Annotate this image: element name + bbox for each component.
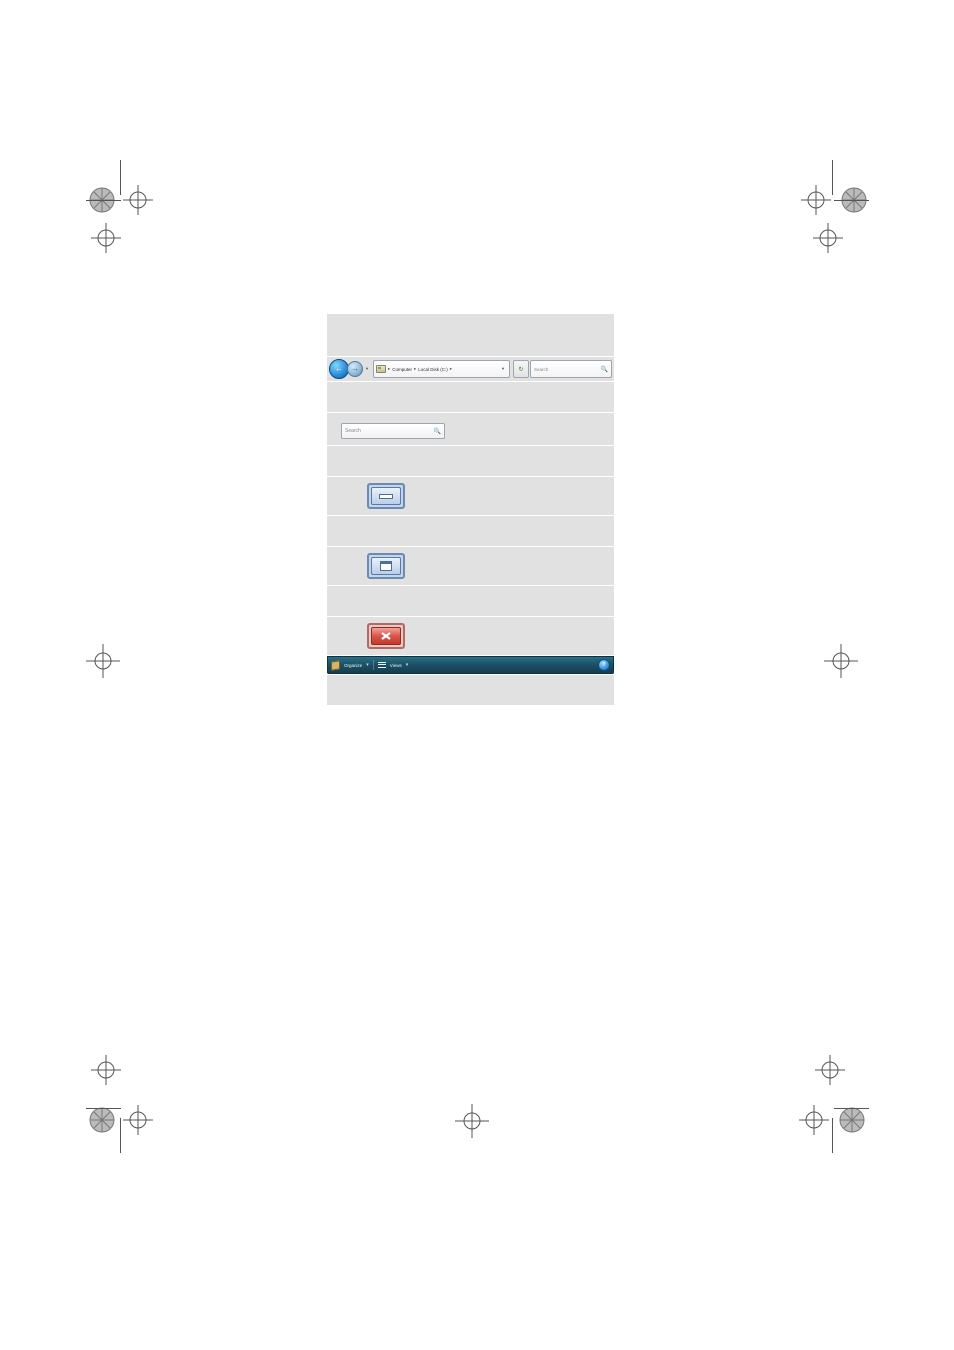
views-button[interactable]: Views [390,663,402,668]
registration-mark [78,636,138,696]
minimize-cell [327,477,614,516]
views-icon [378,662,386,669]
breadcrumb-bar[interactable]: ▸ Computer ▸ Local Disk (C:) ▸ ▾ [373,360,510,378]
address-bar-cell: ← → ▾ ▸ Computer ▸ Local Disk (C:) ▸ ▾ ↻… [327,357,614,382]
crop-mark [832,160,833,195]
searchbox-cell: Search 🔍 [327,413,614,446]
crop-mark [832,1118,833,1153]
crop-mark [120,1118,121,1153]
nav-forward-button[interactable]: → [347,361,363,377]
close-icon [380,631,392,641]
crop-mark [834,1108,869,1109]
breadcrumb-localdisk[interactable]: Local Disk (C:) [418,367,448,372]
search-placeholder: Search [345,428,361,434]
table-header-blank [327,314,614,357]
commandbar-cell: Organize ▾ Views ▾ ? [327,656,614,675]
search-icon: 🔍 [601,366,608,373]
registration-mark [798,1090,868,1160]
refresh-button[interactable]: ↻ [513,360,529,378]
nav-history-dropdown[interactable]: ▾ [363,359,371,379]
search-placeholder: Search [534,367,548,372]
registration-mark [808,218,868,278]
maximize-icon [380,561,392,571]
close-cell [327,617,614,656]
maximize-button[interactable] [367,553,405,579]
chevron-down-icon: ▾ [406,662,409,668]
crop-mark [86,1108,121,1109]
arrow-right-icon: → [351,365,359,373]
table-gap [327,382,614,413]
address-dropdown[interactable]: ▾ [499,366,507,372]
address-search-box[interactable]: Search 🔍 [530,360,612,378]
crop-mark [834,200,869,201]
minimize-icon [379,494,393,499]
chevron-down-icon: ▾ [366,662,369,668]
organize-icon [331,660,340,670]
refresh-icon: ↻ [518,366,523,373]
standalone-search-box[interactable]: Search 🔍 [341,423,445,439]
close-button[interactable] [367,623,405,649]
nav-back-button[interactable]: ← [329,359,349,379]
registration-mark [86,218,146,278]
drive-icon [376,365,386,373]
minimize-button[interactable] [367,483,405,509]
separator [373,660,374,670]
crop-mark [120,160,121,195]
registration-mark [816,636,876,696]
explorer-address-bar: ← → ▾ ▸ Computer ▸ Local Disk (C:) ▸ ▾ ↻… [327,359,614,379]
registration-mark [86,1090,156,1160]
ui-elements-table: ← → ▾ ▸ Computer ▸ Local Disk (C:) ▸ ▾ ↻… [327,314,614,706]
chevron-right-icon: ▸ [450,366,452,372]
breadcrumb-computer[interactable]: Computer [392,367,412,372]
table-gap [327,516,614,547]
maximize-cell [327,547,614,586]
table-gap [327,446,614,477]
table-gap [327,586,614,617]
chevron-right-icon: ▸ [414,366,416,372]
registration-mark [447,1096,507,1156]
arrow-left-icon: ← [335,365,343,373]
crop-mark [86,200,121,201]
explorer-command-bar: Organize ▾ Views ▾ ? [327,656,614,674]
help-button[interactable]: ? [598,659,610,671]
table-gap [327,675,614,706]
chevron-right-icon: ▸ [388,366,390,372]
organize-button[interactable]: Organize [344,663,362,668]
search-icon: 🔍 [434,428,441,435]
